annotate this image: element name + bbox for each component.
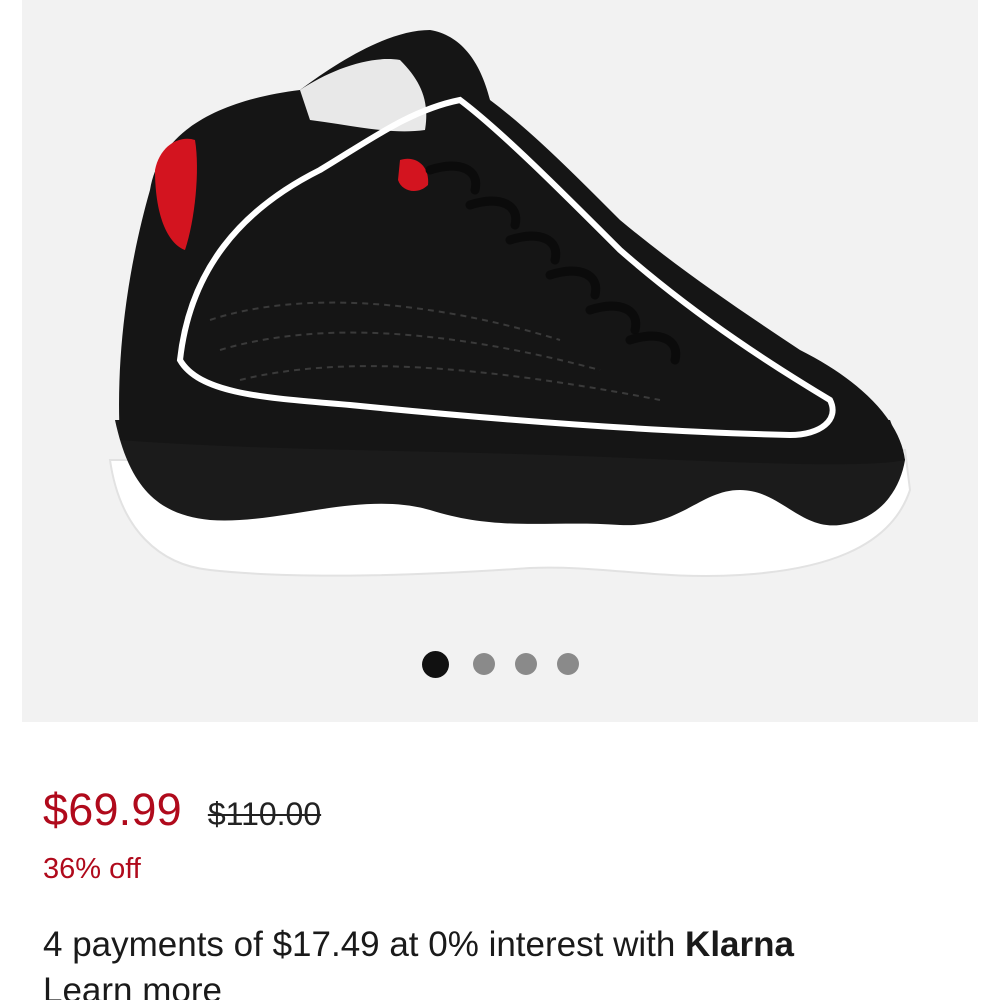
discount-label: 36% off bbox=[43, 853, 141, 885]
gallery-dot[interactable] bbox=[472, 653, 495, 675]
gallery-pagination bbox=[22, 650, 978, 678]
sneaker-collar bbox=[300, 59, 427, 132]
gallery-dot[interactable] bbox=[514, 653, 537, 675]
klarna-learn-more-link[interactable]: Learn more bbox=[43, 968, 983, 1000]
sneaker-upper bbox=[119, 30, 905, 465]
gallery-dot[interactable] bbox=[556, 653, 579, 675]
gallery-dot[interactable] bbox=[421, 650, 449, 678]
product-image-gallery[interactable] bbox=[22, 0, 978, 722]
product-image-sneaker[interactable] bbox=[100, 20, 924, 590]
sale-price: $69.99 bbox=[43, 784, 182, 835]
klarna-payment-text: 4 payments of $17.49 at 0% interest with bbox=[43, 925, 676, 964]
klarna-financing: 4 payments of $17.49 at 0% interest with… bbox=[43, 922, 983, 1000]
product-page: $69.99 $110.00 36% off 4 payments of $17… bbox=[0, 0, 1000, 1000]
klarna-logo: Klarna bbox=[685, 925, 794, 964]
price-row: $69.99 $110.00 bbox=[43, 784, 321, 836]
original-price: $110.00 bbox=[207, 796, 322, 832]
